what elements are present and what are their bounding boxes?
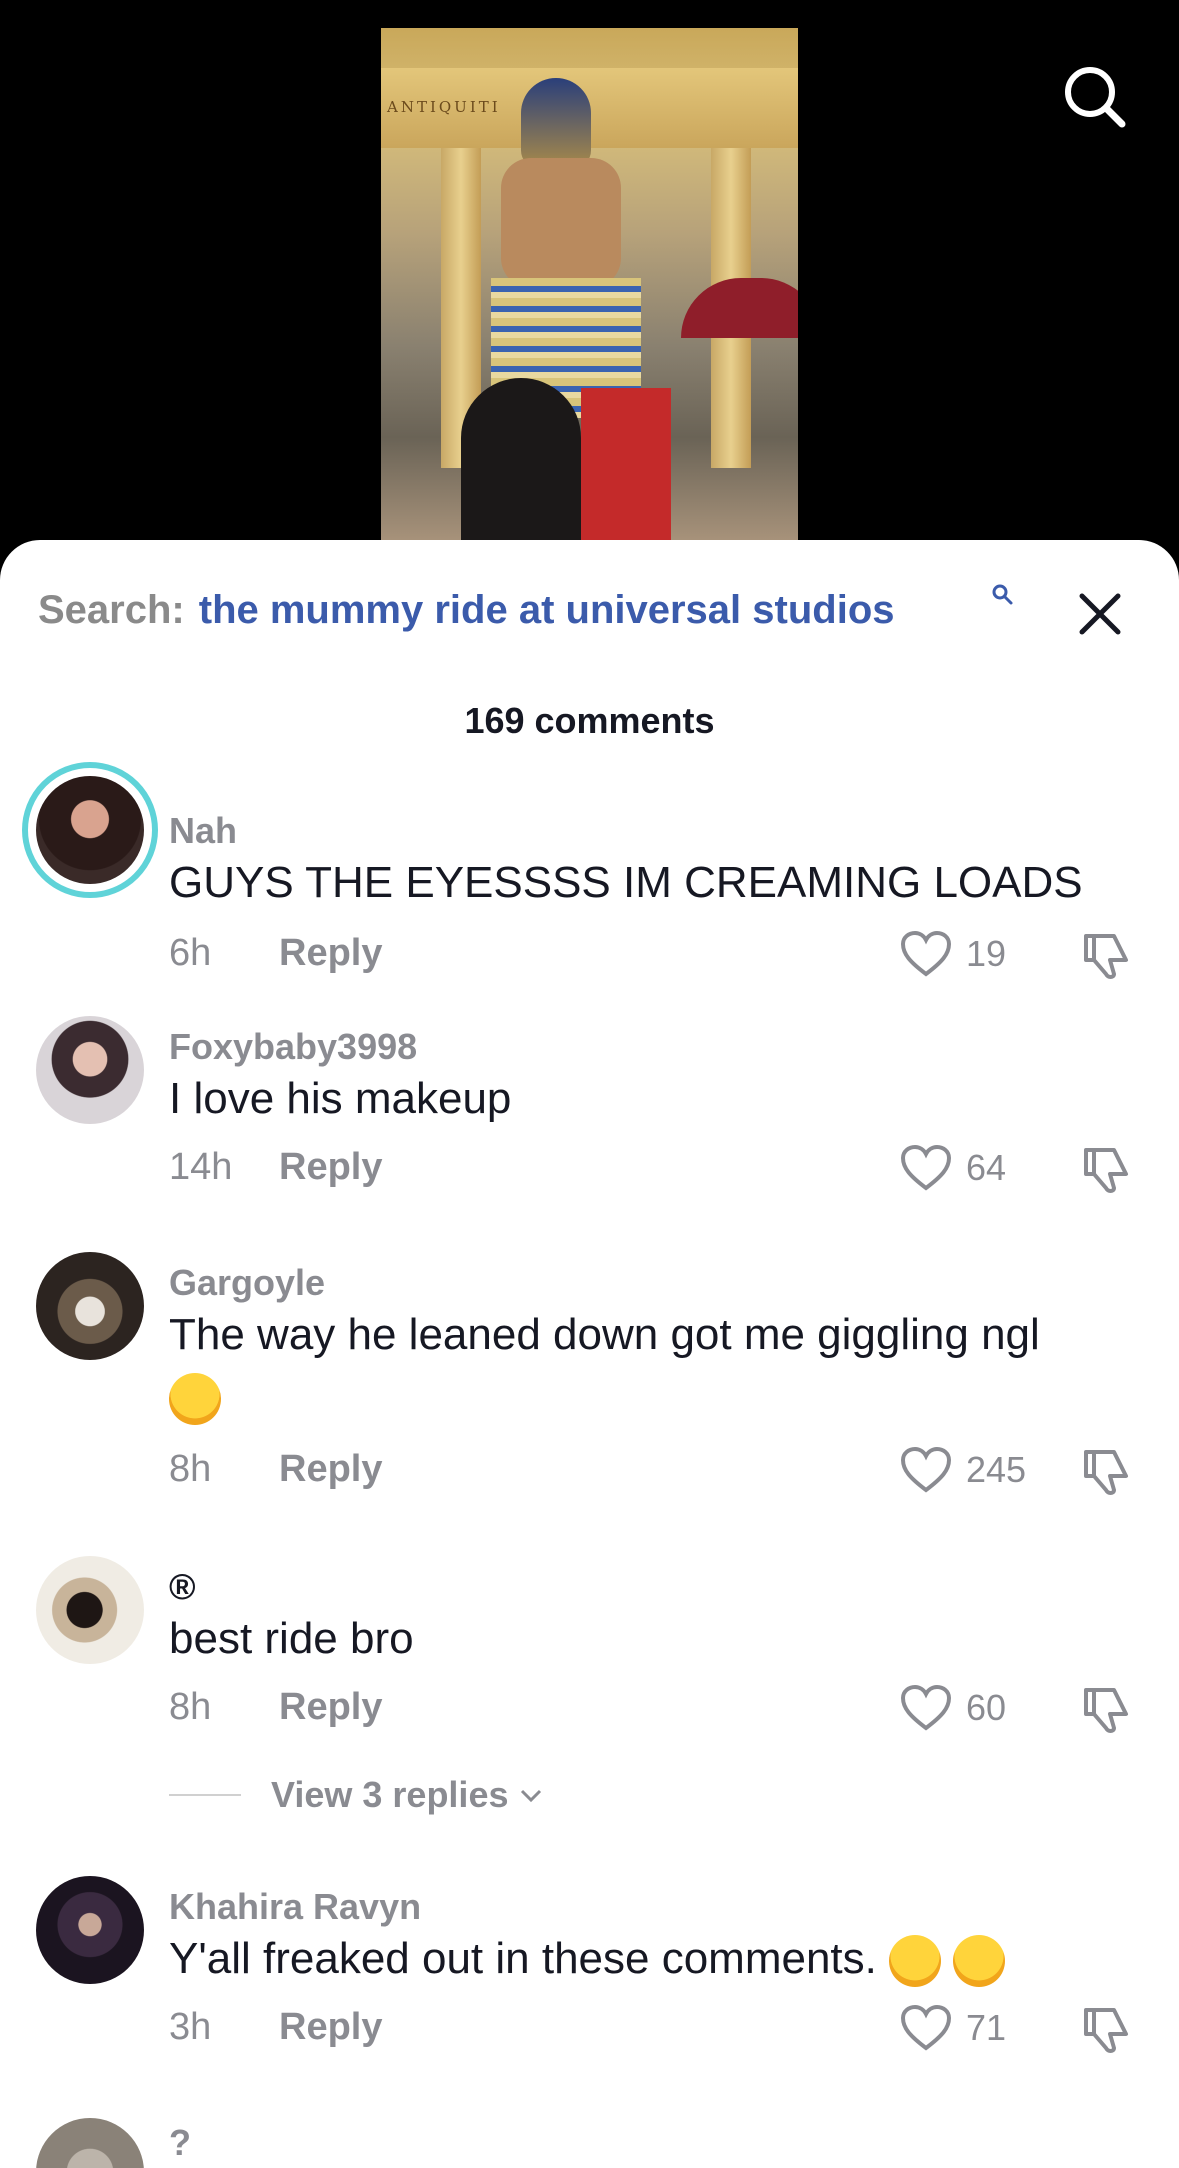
comments-sheet: Search: the mummy ride at universal stud… [0, 540, 1179, 2168]
thumbs-down-icon [1084, 1450, 1128, 1495]
search-icon [1065, 67, 1126, 128]
comment-username[interactable]: ® [169, 1566, 196, 1608]
comment-meta: 8h Reply [169, 1686, 382, 1729]
reply-button[interactable]: Reply [279, 1448, 382, 1490]
search-query-link[interactable]: the mummy ride at universal studios [199, 588, 895, 633]
comment-text-body: Y'all freaked out in these comments. [169, 1934, 877, 1983]
reply-button[interactable]: Reply [279, 1146, 382, 1188]
dislike-button[interactable] [1080, 1684, 1132, 1741]
reply-button[interactable]: Reply [279, 1686, 382, 1728]
like-count: 19 [966, 933, 1007, 974]
comments-count: 169 comments [464, 700, 715, 741]
view-replies-label: View 3 replies [271, 1774, 509, 1815]
comment-text: GUYS THE EYESSSS IM CREAMING LOADS [169, 858, 1083, 907]
dislike-button[interactable] [1080, 1446, 1132, 1503]
like-button[interactable]: 71 [900, 2004, 1006, 2052]
comment-time: 8h [169, 1448, 212, 1490]
search-suggestion[interactable]: Search: the mummy ride at universal stud… [38, 588, 895, 644]
dislike-button[interactable] [1080, 930, 1132, 987]
thumbs-down-icon [1084, 934, 1128, 979]
like-count: 71 [966, 2007, 1007, 2048]
comment-username[interactable]: Nah [169, 810, 237, 852]
comment-username[interactable]: ? [169, 2122, 191, 2164]
avatar[interactable] [36, 1016, 144, 1124]
thumbs-down-icon [1084, 1688, 1128, 1733]
comment-meta: 14h Reply [169, 1146, 382, 1189]
like-button[interactable]: 19 [900, 930, 1006, 978]
comment-time: 6h [169, 932, 212, 974]
comment-meta: 8h Reply [169, 1448, 382, 1491]
comment-text: The way he leaned down got me giggling n… [169, 1304, 1129, 1428]
chevron-down-icon [521, 1789, 542, 1803]
thumbs-down-icon [1084, 1148, 1128, 1193]
video-thumbnail[interactable]: ANTIQUITI [381, 28, 798, 540]
video-sign-text: ANTIQUITI [387, 98, 501, 116]
like-button[interactable]: 245 [900, 1446, 1026, 1494]
comment-text-body: The way he leaned down got me giggling n… [169, 1310, 1040, 1359]
video-umbrella [681, 278, 798, 338]
comment-meta: 3h Reply [169, 2006, 382, 2049]
close-icon [1079, 593, 1121, 635]
heart-icon [900, 2004, 952, 2051]
heart-icon [900, 1684, 952, 1731]
like-count: 64 [966, 1147, 1007, 1188]
heart-icon [900, 1144, 952, 1191]
view-replies-button[interactable]: View 3 replies [169, 1774, 546, 1816]
like-count: 60 [966, 1687, 1007, 1728]
video-figure-robe [581, 388, 671, 540]
close-button[interactable] [1078, 592, 1122, 636]
like-button[interactable]: 60 [900, 1684, 1006, 1732]
heart-icon [900, 930, 952, 977]
reply-button[interactable]: Reply [279, 932, 382, 974]
thumbs-down-icon [1084, 2008, 1128, 2053]
heart-icon [900, 1446, 952, 1493]
face-with-hand-over-mouth-emoji [169, 1373, 221, 1426]
search-button[interactable] [1058, 60, 1130, 132]
divider-line [169, 1794, 241, 1796]
video-player[interactable]: ANTIQUITI [0, 0, 1179, 560]
avatar[interactable] [36, 1876, 144, 1984]
comment-username[interactable]: Khahira Ravyn [169, 1886, 421, 1928]
avatar[interactable] [36, 1556, 144, 1664]
dislike-button[interactable] [1080, 2004, 1132, 2061]
reply-button[interactable]: Reply [279, 2006, 382, 2048]
rofl-emoji [889, 1935, 942, 1988]
video-figure-body [501, 158, 621, 288]
comment-time: 8h [169, 1686, 212, 1728]
search-prefix: Search: [38, 588, 185, 632]
like-button[interactable]: 64 [900, 1144, 1006, 1192]
like-count: 245 [966, 1449, 1027, 1490]
avatar[interactable] [36, 1252, 144, 1360]
comment-text: I love his makeup [169, 1074, 512, 1123]
comment-username[interactable]: Foxybaby3998 [169, 1026, 417, 1068]
search-small-icon [992, 584, 1013, 605]
dislike-button[interactable] [1080, 1144, 1132, 1201]
crying-face-emoji [953, 1935, 1006, 1988]
comment-text: best ride bro [169, 1614, 414, 1663]
video-figure-head [521, 78, 591, 168]
comment-time: 14h [169, 1146, 233, 1188]
video-person [461, 378, 581, 540]
comment-text: Y'all freaked out in these comments. [169, 1928, 1129, 1990]
comment-username[interactable]: Gargoyle [169, 1262, 325, 1304]
comment-time: 3h [169, 2006, 212, 2048]
avatar[interactable] [22, 762, 158, 898]
comment-meta: 6h Reply [169, 932, 382, 975]
avatar[interactable] [36, 2118, 144, 2168]
